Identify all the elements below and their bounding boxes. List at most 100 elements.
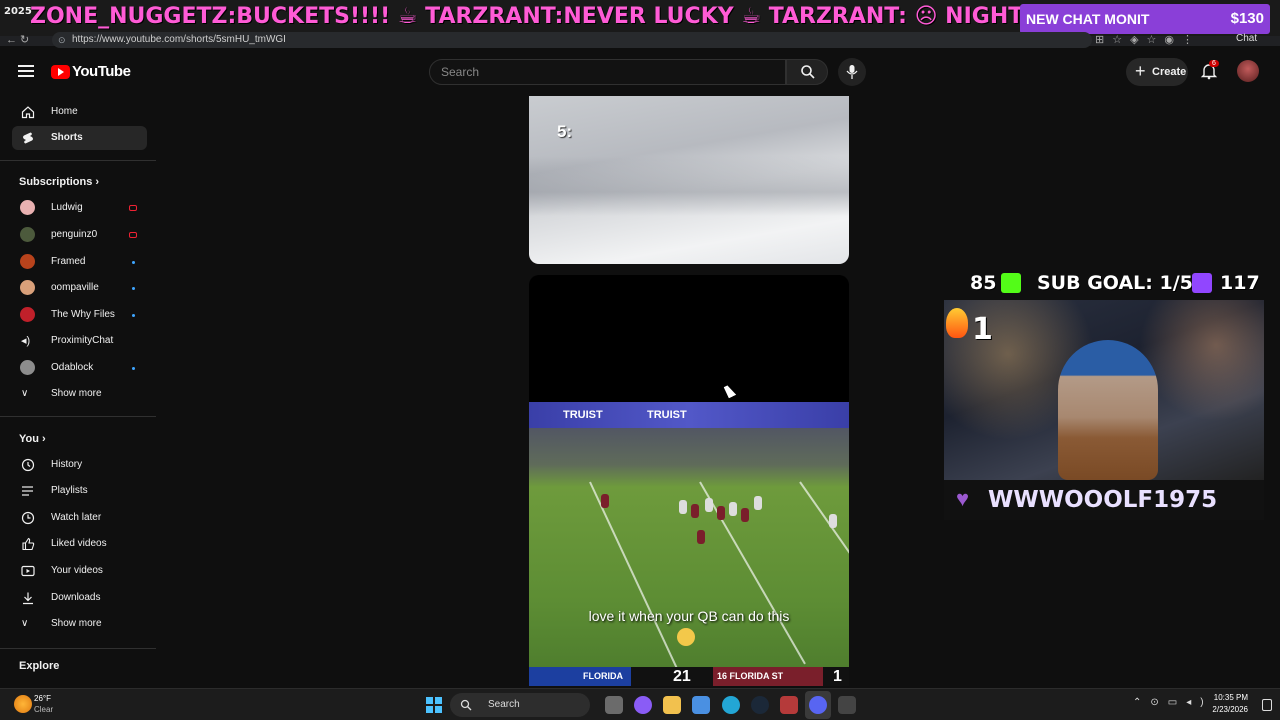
- discord-icon[interactable]: [809, 696, 827, 714]
- menu-icon[interactable]: [18, 65, 34, 77]
- avatar: [20, 200, 35, 215]
- playlists-icon: [22, 486, 33, 496]
- thumbs-up-icon: [22, 537, 35, 551]
- avatar: [20, 280, 35, 295]
- search-button[interactable]: [786, 59, 828, 85]
- sidebar-item-label: Ludwig: [51, 202, 83, 213]
- file-explorer-icon[interactable]: [663, 696, 681, 714]
- chat-monitor-label: NEW CHAT MONIT: [1026, 11, 1150, 27]
- store-icon[interactable]: [692, 696, 710, 714]
- away-score: 1: [833, 668, 842, 685]
- address-bar[interactable]: ⊙ https://www.youtube.com/shorts/5smHU_t…: [52, 32, 1092, 48]
- sub-goal-bar: 85 SUB GOAL: 1/5 117: [968, 270, 1268, 298]
- latest-follower-banner: ♥ WWWOOOLF1975: [944, 480, 1264, 520]
- short-video-previous[interactable]: 5:: [529, 96, 849, 264]
- sidebar-item-downloads[interactable]: Downloads: [12, 586, 147, 610]
- youtube-header: YouTube Search + Create 6: [0, 48, 1280, 96]
- webcam-feed: 1: [944, 300, 1264, 480]
- sidebar-item-label: History: [51, 459, 83, 470]
- streak-count: 1: [972, 312, 993, 347]
- system-tray[interactable]: ⌃⊙▭◂): [1133, 697, 1213, 708]
- sidebar-item-home[interactable]: Home: [12, 100, 147, 124]
- you-heading[interactable]: You ›: [19, 433, 46, 445]
- new-content-dot: [132, 314, 135, 317]
- sidebar-item-label: Odablock: [51, 362, 94, 373]
- player: [705, 498, 713, 512]
- voice-search-button[interactable]: [838, 58, 866, 86]
- create-button[interactable]: + Create: [1126, 58, 1188, 86]
- player: [679, 500, 687, 514]
- browser-extension-icons[interactable]: ⊞☆◈☆◉⋮: [1095, 33, 1201, 46]
- show-more-subscriptions[interactable]: ∨ Show more: [12, 382, 147, 406]
- banner-text: TRUIST: [647, 409, 687, 421]
- create-label: Create: [1152, 66, 1187, 78]
- task-view-icon[interactable]: [605, 696, 623, 714]
- account-avatar[interactable]: [1237, 60, 1259, 82]
- player: [829, 514, 837, 528]
- sidebar-item-label: Show more: [51, 618, 102, 629]
- sidebar-item-framed[interactable]: Framed: [12, 250, 147, 274]
- chevron-down-icon: ∨: [21, 618, 29, 629]
- browser-chat-button[interactable]: Chat: [1236, 33, 1257, 44]
- video-icon: [21, 565, 35, 577]
- kick-icon: [1001, 273, 1021, 293]
- yard-line: [699, 481, 806, 665]
- taskbar-search[interactable]: Search: [450, 693, 590, 717]
- subscriptions-heading[interactable]: Subscriptions ›: [19, 176, 99, 188]
- new-content-dot: [132, 287, 135, 290]
- sidebar-item-ludwig[interactable]: Ludwig: [12, 196, 147, 220]
- sidebar-item-history[interactable]: History: [12, 453, 147, 477]
- youtube-logo-text[interactable]: YouTube: [72, 63, 131, 80]
- streamer: [1058, 340, 1158, 480]
- home-score: 21: [673, 668, 691, 685]
- windows-start-icon[interactable]: [426, 697, 442, 713]
- sidebar-item-watch-later[interactable]: Watch later: [12, 506, 147, 530]
- sidebar-item-your-videos[interactable]: Your videos: [12, 559, 147, 583]
- follower-name: WWWOOOLF1975: [988, 487, 1218, 513]
- avatar: [20, 360, 35, 375]
- search-icon: [460, 699, 472, 711]
- app-icon[interactable]: [780, 696, 798, 714]
- sidebar-item-label: Framed: [51, 256, 86, 267]
- sidebar-item-penguinz0[interactable]: penguinz0: [12, 223, 147, 247]
- youtube-logo-icon[interactable]: [51, 65, 70, 79]
- sidebar-item-the-why-files[interactable]: The Why Files: [12, 303, 147, 327]
- live-icon: [129, 232, 137, 238]
- sidebar-item-label: penguinz0: [51, 229, 98, 240]
- edge-icon[interactable]: [722, 696, 740, 714]
- avatar: [20, 254, 35, 269]
- sidebar-item-label: Downloads: [51, 592, 101, 603]
- site-info-icon[interactable]: ⊙: [58, 32, 66, 48]
- weather-temperature: 26°F: [34, 694, 51, 703]
- steam-icon[interactable]: [751, 696, 769, 714]
- short-video-current[interactable]: TRUIST TRUIST love it when your QB can d…: [529, 275, 849, 686]
- twitch-icon: [1192, 273, 1212, 293]
- clock-date[interactable]: 2/23/2026: [1212, 705, 1248, 714]
- sidebar-item-label: Liked videos: [51, 538, 107, 549]
- player: [754, 496, 762, 510]
- browser-nav[interactable]: ← ↻: [6, 33, 29, 46]
- sidebar-item-label: Shorts: [51, 132, 83, 143]
- search-input[interactable]: Search: [429, 59, 786, 85]
- sidebar-item-label: Home: [51, 106, 78, 117]
- app-icon[interactable]: [838, 696, 856, 714]
- snow-image: [529, 156, 849, 216]
- clock-time[interactable]: 10:35 PM: [1214, 693, 1248, 702]
- sidebar-item-odablock[interactable]: Odablock: [12, 356, 147, 380]
- sidebar-item-shorts[interactable]: Shorts: [12, 126, 147, 150]
- copilot-icon[interactable]: [634, 696, 652, 714]
- sidebar-item-playlists[interactable]: Playlists: [12, 479, 147, 503]
- sidebar-item-oompaville[interactable]: oompaville: [12, 276, 147, 300]
- new-content-dot: [132, 367, 135, 370]
- home-team: FLORIDA: [529, 667, 631, 686]
- yard-line: [589, 481, 680, 673]
- home-icon: [21, 106, 35, 119]
- player: [697, 530, 705, 544]
- notification-icon[interactable]: [1262, 699, 1272, 711]
- sidebar-item-liked-videos[interactable]: Liked videos: [12, 532, 147, 556]
- sidebar-item-proximitychat[interactable]: ◂) ProximityChat: [12, 329, 147, 353]
- show-more-you[interactable]: ∨ Show more: [12, 612, 147, 636]
- weather-icon[interactable]: [14, 695, 32, 713]
- ticker-text: ZONE_NUGGETZ:BUCKETS!!!! ☕ TARZRANT:NEVE…: [30, 4, 1059, 29]
- yard-line: [799, 481, 849, 655]
